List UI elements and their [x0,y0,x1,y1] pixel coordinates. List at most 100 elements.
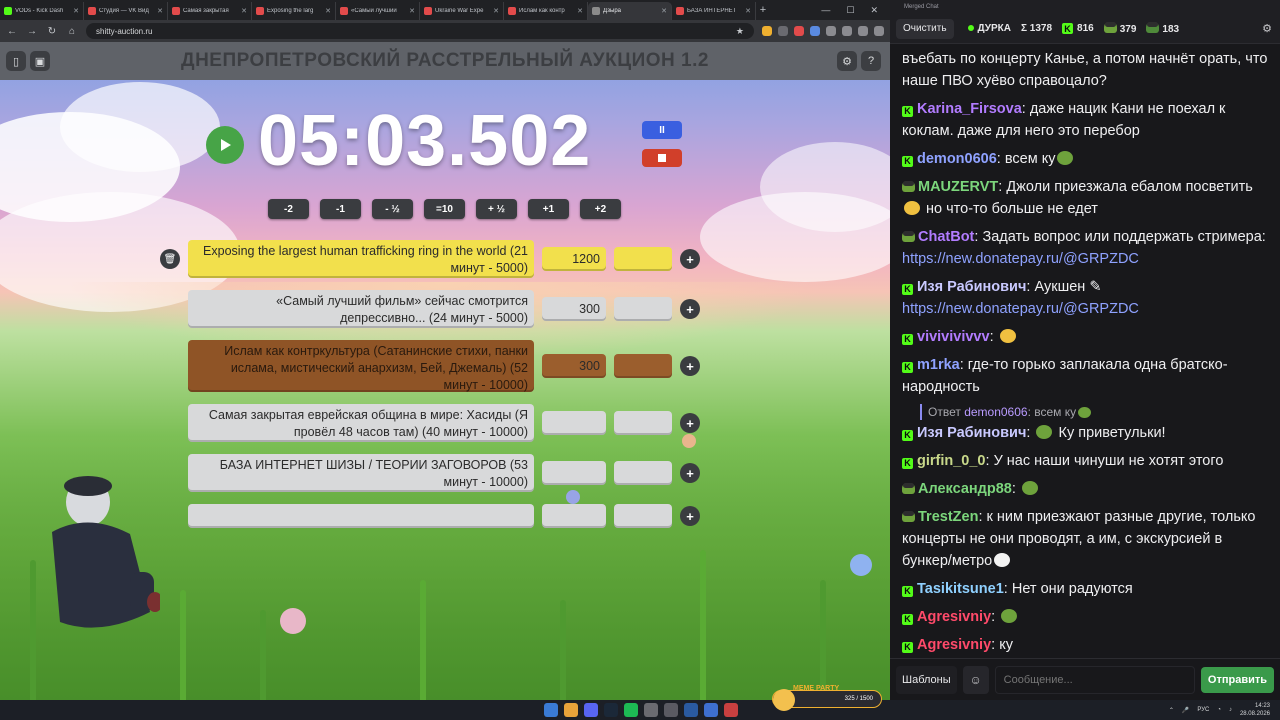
add-amount-plus-button[interactable]: + [680,356,700,376]
browser-tab[interactable]: Дзыра ✕ [588,2,672,20]
pause-button[interactable]: II [642,121,682,139]
app-icon[interactable] [684,703,698,717]
chat-settings-gear-icon[interactable]: ⚙ [1262,22,1272,35]
app-icon[interactable] [664,703,678,717]
puzzle-icon[interactable] [826,26,836,36]
sidebar-toggle-icon[interactable]: ▯ [6,51,26,71]
lot-amount[interactable] [542,504,606,528]
language-indicator[interactable]: РУС [1197,707,1209,713]
chat-username[interactable]: vivivivivvv [917,329,990,345]
chat-username[interactable]: Tasikitsune1 [917,581,1004,597]
add-amount-plus-button[interactable]: + [680,249,700,269]
home-icon[interactable]: ⌂ [66,26,78,37]
time-step-button[interactable]: + ½ [476,199,517,219]
templates-button[interactable]: Шаблоны [896,665,957,694]
reload-icon[interactable]: ↻ [46,26,58,37]
tab-close-icon[interactable]: ✕ [325,7,331,15]
browser-tab[interactable]: Самая закрытая ✕ [168,2,252,20]
browser-tab[interactable]: «Самый лучший ✕ [336,2,420,20]
chat-username[interactable]: m1rka [917,357,960,373]
lot-amount[interactable]: 300 [542,354,606,378]
time-step-button[interactable]: - ½ [372,199,413,219]
tab-close-icon[interactable]: ✕ [157,7,163,15]
system-clock[interactable]: 14:23 28.08.2026 [1240,702,1270,718]
extension-icon[interactable] [778,26,788,36]
lot-name[interactable]: Ислам как контркультура (Сатанинские сти… [188,340,534,392]
lot-add-amount-field[interactable] [614,354,672,378]
minimize-icon[interactable]: — [821,5,830,16]
tab-close-icon[interactable]: ✕ [493,7,499,15]
app-icon[interactable] [724,703,738,717]
lot-name[interactable]: БАЗА ИНТЕРНЕТ ШИЗЫ / ТЕОРИИ ЗАГОВОРОВ (5… [188,454,534,492]
browser-tab[interactable]: Ислам как контр ✕ [504,2,588,20]
lot-amount[interactable] [542,461,606,485]
delete-lot-icon[interactable]: 🗑 [160,249,180,269]
tab-close-icon[interactable]: ✕ [661,7,667,15]
time-step-button[interactable]: -1 [320,199,361,219]
add-amount-plus-button[interactable]: + [680,299,700,319]
maximize-icon[interactable]: ☐ [846,5,854,16]
steam-icon[interactable] [604,703,618,717]
bookmark-star-icon[interactable]: ★ [736,26,744,37]
chat-username[interactable]: Изя Рабинович [917,279,1026,295]
chat-username[interactable]: Изя Рабинович [917,425,1026,441]
start-icon[interactable] [544,703,558,717]
back-icon[interactable]: ← [6,26,18,37]
lot-amount[interactable] [542,411,606,435]
volume-icon[interactable]: ♪ [1229,707,1232,713]
send-button[interactable]: Отправить [1200,666,1274,693]
clear-chat-button[interactable]: Очистить [896,18,954,39]
new-tab-button[interactable]: + [756,4,770,16]
time-step-button[interactable]: =10 [424,199,465,219]
time-step-button[interactable]: +2 [580,199,621,219]
chrome-icon[interactable] [564,703,578,717]
lot-name[interactable]: Самая закрытая еврейская община в мире: … [188,404,534,442]
add-amount-plus-button[interactable]: + [680,463,700,483]
tab-close-icon[interactable]: ✕ [577,7,583,15]
chat-link[interactable]: https://new.donatepay.ru/@GRPZDC [902,251,1139,267]
message-input[interactable] [994,665,1195,694]
chat-username[interactable]: Agresivniy [917,609,991,625]
save-icon[interactable]: ▣ [30,51,50,71]
app-icon[interactable] [704,703,718,717]
extension-icon[interactable] [810,26,820,36]
lot-amount[interactable]: 300 [542,297,606,321]
lot-add-amount-field[interactable] [614,247,672,271]
chat-username[interactable]: demon0606 [917,151,997,167]
chat-username[interactable]: Agresivniy [917,637,991,653]
time-step-button[interactable]: -2 [268,199,309,219]
chat-username[interactable]: Karina_Firsova [917,101,1022,117]
tab-close-icon[interactable]: ✕ [409,7,415,15]
network-icon[interactable]: ◔ [1217,707,1221,713]
chat-username[interactable]: MAUZERVT [918,179,998,195]
browser-tab[interactable]: Студия — VK Вид ✕ [84,2,168,20]
microphone-icon[interactable]: 🎤 [1182,707,1189,714]
tab-close-icon[interactable]: ✕ [241,7,247,15]
lot-name[interactable]: «Самый лучший фильм» сейчас смотрится де… [188,290,534,328]
chat-link[interactable]: https://new.donatepay.ru/@GRPZDC [902,301,1139,317]
time-step-button[interactable]: +1 [528,199,569,219]
emoji-picker-icon[interactable]: ☺ [962,665,989,694]
download-icon[interactable] [842,26,852,36]
lot-add-amount-field[interactable] [614,411,672,435]
extension-icon[interactable] [794,26,804,36]
lot-name[interactable]: Exposing the largest human trafficking r… [188,240,534,278]
lot-add-amount-field[interactable] [614,297,672,321]
extension-icon[interactable] [762,26,772,36]
tab-close-icon[interactable]: ✕ [73,7,79,15]
chat-username[interactable]: TrestZen [918,509,978,525]
help-icon[interactable]: ? [861,51,881,71]
lot-add-amount-field[interactable] [614,461,672,485]
lot-name[interactable] [188,504,534,528]
browser-tab[interactable]: Ukraine War Expe ✕ [420,2,504,20]
chat-username[interactable]: Александр88 [918,481,1012,497]
tray-chevron-icon[interactable]: ⌃ [1169,707,1174,714]
play-button[interactable] [206,126,244,164]
add-amount-plus-button[interactable]: + [680,506,700,526]
profile-icon[interactable] [858,26,868,36]
close-icon[interactable]: ✕ [870,5,878,16]
tab-close-icon[interactable]: ✕ [745,7,751,15]
chat-username[interactable]: girfin_0_0 [917,453,986,469]
browser-tab[interactable]: БАЗА ИНТЕРНЕТ ✕ [672,2,756,20]
url-field[interactable]: shitty-auction.ru ★ [86,23,754,39]
